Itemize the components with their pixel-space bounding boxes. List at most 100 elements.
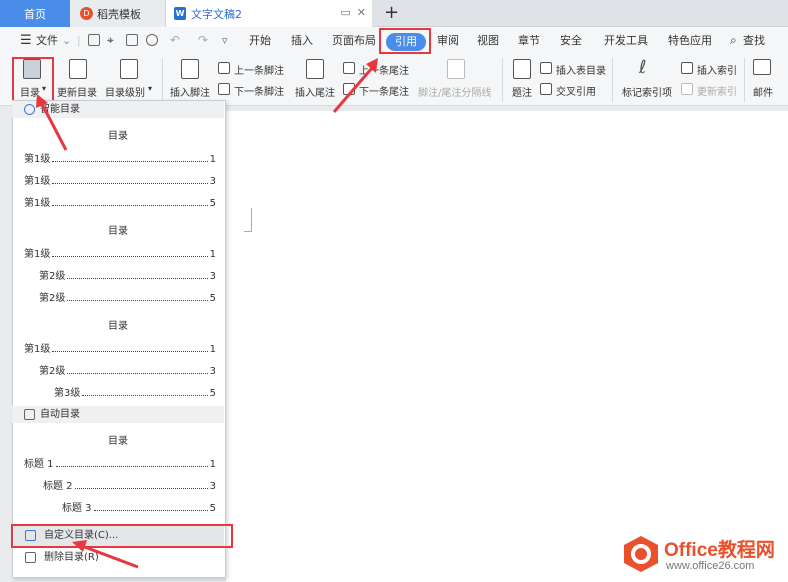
insert-endnote-icon[interactable]: [306, 59, 324, 79]
delete-toc-item[interactable]: 删除目录(R): [14, 547, 224, 568]
next-footnote-icon[interactable]: [218, 83, 230, 95]
tab-controls: ▭ ✕: [340, 6, 366, 19]
dot-leader: [74, 488, 208, 489]
divider: [744, 58, 745, 102]
tab-home[interactable]: 首页: [0, 0, 70, 27]
toc-style2-title[interactable]: 目录: [12, 222, 224, 237]
docer-logo-icon: D: [80, 7, 93, 20]
tab-document-label: 文字文稿2: [191, 7, 242, 21]
toc-entry[interactable]: 标题 1 1: [24, 455, 216, 470]
caption-button[interactable]: 题注: [512, 84, 532, 99]
insert-footnote-button[interactable]: 插入脚注: [170, 84, 210, 99]
quick-access-chevron-icon[interactable]: ▿: [222, 27, 228, 54]
toc-entry[interactable]: 第1级 1: [24, 245, 216, 260]
prev-endnote-button[interactable]: 上一条尾注: [359, 62, 409, 77]
chevron-down-icon[interactable]: ⌄: [62, 27, 71, 54]
prev-footnote-button[interactable]: 上一条脚注: [234, 62, 284, 77]
prev-footnote-icon[interactable]: [218, 62, 230, 74]
toc-entry[interactable]: 标题 3 5: [62, 499, 216, 514]
insert-footnote-icon[interactable]: [181, 59, 199, 79]
menu-security[interactable]: 安全: [560, 27, 582, 54]
insert-endnote-button[interactable]: 插入尾注: [295, 84, 335, 99]
toc-entry[interactable]: 第2级 5: [39, 289, 216, 304]
insert-index-icon[interactable]: [681, 62, 693, 74]
entry-label: 第1级: [24, 176, 51, 187]
toc-level-button[interactable]: 目录级别: [105, 84, 145, 99]
insert-table-toc-button[interactable]: 插入表目录: [556, 62, 606, 77]
search-icon[interactable]: ⌕: [730, 27, 737, 54]
toc-entry[interactable]: 第2级 3: [39, 267, 216, 282]
footnote-separator-icon: [447, 59, 465, 79]
pin-window-icon[interactable]: ▭: [340, 6, 350, 19]
insert-table-toc-icon[interactable]: [540, 62, 552, 74]
tab-document[interactable]: W 文字文稿2 ▭ ✕: [166, 0, 372, 27]
save-icon[interactable]: [88, 34, 100, 46]
entry-page: 1: [209, 344, 216, 355]
tab-template[interactable]: D 稻壳模板: [70, 0, 166, 27]
cross-ref-icon[interactable]: [540, 83, 552, 95]
entry-page: 5: [209, 293, 216, 304]
next-endnote-button[interactable]: 下一条尾注: [359, 83, 409, 98]
toc-entry[interactable]: 第1级 5: [24, 194, 216, 209]
update-toc-button[interactable]: 更新目录: [57, 84, 97, 99]
toc-level-dropdown-icon[interactable]: ▾: [148, 84, 152, 93]
entry-page: 3: [209, 271, 216, 282]
mail-icon[interactable]: [753, 59, 771, 75]
menu-page-layout[interactable]: 页面布局: [332, 27, 376, 54]
toc-entry[interactable]: 第1级 1: [24, 150, 216, 165]
menu-special-apps[interactable]: 特色应用: [668, 27, 712, 54]
menu-dev-tools[interactable]: 开发工具: [604, 27, 648, 54]
entry-page: 1: [209, 154, 216, 165]
document-page[interactable]: [226, 111, 788, 582]
next-footnote-button[interactable]: 下一条脚注: [234, 83, 284, 98]
toc-level-icon[interactable]: [120, 59, 138, 79]
menu-file[interactable]: 文件: [36, 27, 58, 54]
mail-button[interactable]: 邮件: [753, 84, 773, 99]
close-tab-icon[interactable]: ✕: [357, 6, 366, 19]
prev-endnote-icon[interactable]: [343, 62, 355, 74]
dot-leader: [52, 205, 208, 206]
toc-entry[interactable]: 第2级 3: [39, 362, 216, 377]
divider: [502, 58, 503, 102]
cross-ref-button[interactable]: 交叉引用: [556, 83, 596, 98]
menu-search[interactable]: 查找: [743, 27, 765, 54]
menu-insert[interactable]: 插入: [291, 27, 313, 54]
highlight-references-box: [379, 28, 431, 54]
toc-entry[interactable]: 第3级 5: [54, 384, 216, 399]
entry-page: 5: [209, 503, 216, 514]
menu-home[interactable]: 开始: [249, 27, 271, 54]
undo-icon[interactable]: ↶: [170, 27, 180, 54]
format-painter-icon[interactable]: ⌖: [107, 27, 114, 54]
office-logo-icon: [624, 536, 658, 572]
entry-label: 第1级: [24, 154, 51, 165]
highlight-toc-box: [12, 57, 54, 102]
mark-index-button[interactable]: 标记索引项: [622, 84, 672, 99]
entry-page: 3: [209, 481, 216, 492]
hamburger-menu-icon[interactable]: ☰: [20, 27, 32, 54]
dot-leader: [67, 278, 208, 279]
menu-view[interactable]: 视图: [477, 27, 499, 54]
highlight-custom-toc-box: [11, 524, 233, 548]
menu-review[interactable]: 审阅: [437, 27, 459, 54]
toc-style3-title[interactable]: 目录: [12, 317, 224, 332]
insert-index-button[interactable]: 插入索引: [697, 62, 737, 77]
toc-entry[interactable]: 第1级 3: [24, 172, 216, 187]
redo-icon[interactable]: ↷: [198, 27, 208, 54]
watermark-brand-en: Office: [664, 540, 718, 561]
print-icon[interactable]: [126, 34, 138, 46]
entry-page: 3: [209, 366, 216, 377]
toc-auto-title[interactable]: 目录: [12, 432, 224, 447]
auto-toc-icon: [24, 409, 35, 420]
toc-entry[interactable]: 标题 2 3: [43, 477, 216, 492]
menu-chapter[interactable]: 章节: [518, 27, 540, 54]
toc-style1-title[interactable]: 目录: [12, 127, 224, 142]
next-endnote-icon[interactable]: [343, 83, 355, 95]
update-toc-icon[interactable]: [69, 59, 87, 79]
print-preview-icon[interactable]: [146, 34, 158, 46]
dot-leader: [67, 373, 208, 374]
toc-entry[interactable]: 第1级 1: [24, 340, 216, 355]
watermark-url: www.office26.com: [666, 560, 755, 572]
mark-index-icon[interactable]: ℓ: [639, 57, 646, 78]
new-tab-button[interactable]: +: [384, 2, 399, 23]
caption-icon[interactable]: [513, 59, 531, 79]
